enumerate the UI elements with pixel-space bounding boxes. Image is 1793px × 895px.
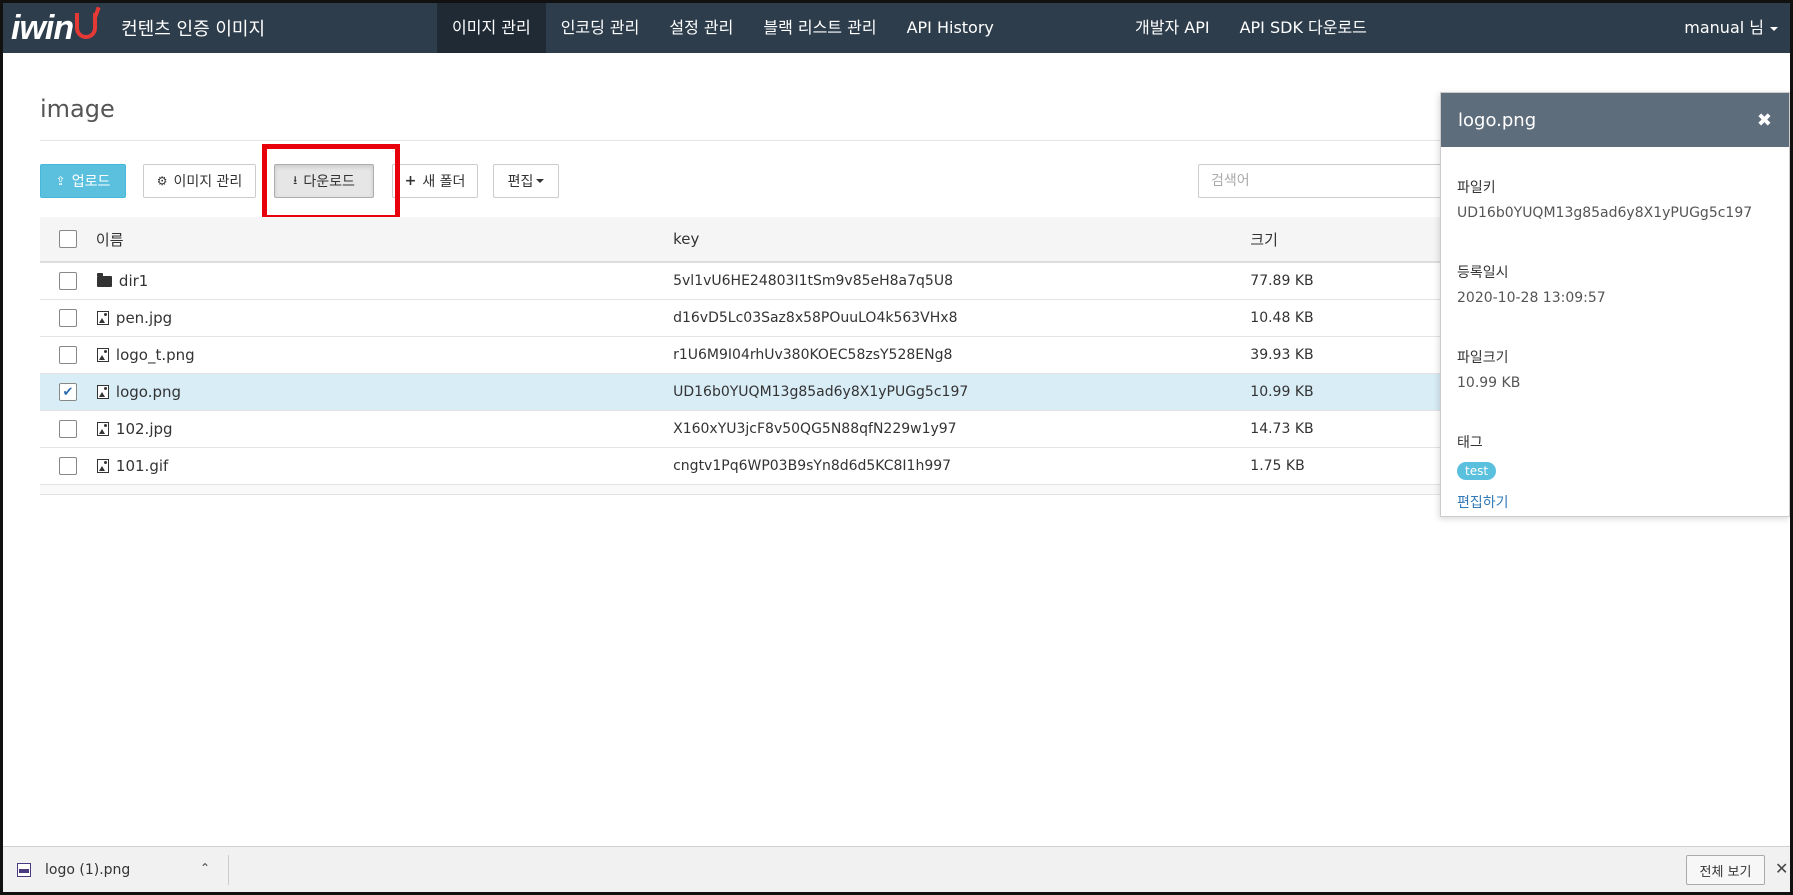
row-checkbox-checked[interactable]: ✔ — [58, 383, 77, 401]
table-header: 이름 key 크기 — [40, 217, 1450, 263]
row-checkbox[interactable] — [58, 346, 77, 364]
header-key[interactable]: key — [673, 230, 1250, 248]
file-size: 14.73 KB — [1250, 421, 1314, 437]
file-key: UD16b0YUQM13g85ad6y8X1yPUGg5c197 — [673, 384, 969, 400]
nav-blacklist-management[interactable]: 블랙 리스트 관리 — [748, 3, 891, 53]
header-name[interactable]: 이름 — [96, 229, 673, 250]
title-divider — [40, 140, 1440, 141]
download-item[interactable]: logo (1).png — [17, 847, 130, 893]
new-folder-button[interactable]: + 새 폴더 — [392, 164, 478, 198]
table-footer — [40, 485, 1450, 495]
logo-text: iwin — [11, 9, 74, 47]
image-file-icon — [17, 863, 31, 877]
panel-body: 파일키 UD16b0YUQM13g85ad6y8X1yPUGg5c197 등록일… — [1441, 147, 1789, 542]
download-file-name[interactable]: logo (1).png — [45, 862, 130, 878]
checkmark-icon: ✔ — [62, 384, 74, 400]
file-name[interactable]: 101.gif — [116, 457, 168, 475]
header-size[interactable]: 크기 — [1250, 229, 1450, 250]
upload-button[interactable]: ⇪ 업로드 — [40, 164, 126, 198]
file-table: 이름 key 크기 dir1 5vl1vU6HE24803I1tSm9v85eH… — [40, 217, 1450, 495]
tag-badge: test — [1457, 462, 1497, 480]
registered-label: 등록일시 — [1457, 265, 1509, 281]
file-key: 5vl1vU6HE24803I1tSm9v85eH8a7q5U8 — [673, 273, 953, 289]
nav-encoding-management[interactable]: 인코딩 관리 — [546, 3, 655, 53]
folder-open-icon — [96, 272, 112, 287]
image-file-icon — [96, 348, 109, 362]
file-name[interactable]: dir1 — [119, 272, 148, 290]
upload-icon: ⇪ — [55, 174, 66, 188]
nav-right: 개발자 API API SDK 다운로드 — [1120, 3, 1382, 53]
file-name[interactable]: logo.png — [116, 383, 181, 401]
image-file-icon — [96, 422, 109, 436]
image-manage-button[interactable]: ⚙ 이미지 관리 — [143, 164, 256, 198]
file-key-label: 파일키 — [1457, 180, 1496, 196]
row-checkbox[interactable] — [58, 420, 77, 438]
file-name[interactable]: logo_t.png — [116, 346, 195, 364]
image-file-icon — [96, 459, 109, 473]
logo-smile-icon — [75, 13, 98, 39]
top-navbar: iwin 컨텐츠 인증 이미지 이미지 관리 인코딩 관리 설정 관리 블랙 리… — [3, 3, 1790, 53]
table-row[interactable]: 102.jpg X160xYU3jcF8v50QG5N88qfN229w1y97… — [40, 411, 1450, 448]
file-size-value: 10.99 KB — [1457, 375, 1521, 391]
nav-developer-api[interactable]: 개발자 API — [1120, 3, 1225, 53]
row-checkbox[interactable] — [58, 272, 77, 290]
close-icon[interactable]: ✖ — [1757, 110, 1772, 131]
table-row[interactable]: pen.jpg d16vD5Lc03Saz8x58POuuLO4k563VHx8… — [40, 300, 1450, 337]
caret-down-icon — [536, 179, 545, 183]
select-all-checkbox[interactable] — [58, 230, 77, 248]
table-row-selected[interactable]: ✔ logo.png UD16b0YUQM13g85ad6y8X1yPUGg5c… — [40, 374, 1450, 411]
registered-value: 2020-10-28 13:09:57 — [1457, 290, 1606, 306]
download-divider — [228, 855, 229, 885]
panel-header: logo.png ✖ — [1441, 93, 1789, 147]
user-name: manual 님 — [1684, 18, 1764, 37]
file-key-value: UD16b0YUQM13g85ad6y8X1yPUGg5c197 — [1457, 205, 1753, 221]
panel-title: logo.png — [1458, 109, 1537, 131]
row-checkbox[interactable] — [58, 457, 77, 475]
file-key: r1U6M9I04rhUv380KOEC58zsY528ENg8 — [673, 347, 953, 363]
file-key: X160xYU3jcF8v50QG5N88qfN229w1y97 — [673, 421, 957, 437]
nav-image-management[interactable]: 이미지 관리 — [437, 3, 546, 53]
table-row[interactable]: 101.gif cngtv1Pq6WP03B9sYn8d6d5KC8I1h997… — [40, 448, 1450, 485]
close-icon[interactable]: ✕ — [1775, 859, 1788, 878]
nav-api-history[interactable]: API History — [892, 3, 1009, 53]
file-size: 1.75 KB — [1250, 458, 1305, 474]
file-size: 10.48 KB — [1250, 310, 1314, 326]
file-key: cngtv1Pq6WP03B9sYn8d6d5KC8I1h997 — [673, 458, 952, 474]
nav-api-sdk-download[interactable]: API SDK 다운로드 — [1225, 3, 1382, 53]
chevron-up-icon[interactable]: ⌃ — [200, 861, 210, 875]
iwin-logo: iwin — [11, 9, 98, 47]
file-size: 39.93 KB — [1250, 347, 1314, 363]
show-all-button[interactable]: 전체 보기 — [1686, 855, 1765, 885]
file-name[interactable]: pen.jpg — [116, 309, 172, 327]
file-size: 10.99 KB — [1250, 384, 1314, 400]
image-file-icon — [96, 385, 109, 399]
caret-down-icon — [1770, 26, 1778, 31]
nav-settings-management[interactable]: 설정 관리 — [654, 3, 748, 53]
app-title: 컨텐츠 인증 이미지 — [121, 19, 266, 40]
file-size-label: 파일크기 — [1457, 350, 1509, 366]
download-icon: ⭳ — [293, 172, 298, 187]
table-row[interactable]: dir1 5vl1vU6HE24803I1tSm9v85eH8a7q5U8 77… — [40, 263, 1450, 300]
browser-download-bar: logo (1).png ⌃ 전체 보기 ✕ — [3, 846, 1790, 892]
edit-link[interactable]: 편집하기 — [1457, 492, 1773, 512]
user-menu[interactable]: manual 님 — [1684, 3, 1778, 53]
gear-icon: ⚙ — [156, 174, 168, 188]
file-detail-panel: logo.png ✖ 파일키 UD16b0YUQM13g85ad6y8X1yPU… — [1440, 92, 1790, 517]
plus-icon: + — [404, 173, 417, 189]
table-row[interactable]: logo_t.png r1U6M9I04rhUv380KOEC58zsY528E… — [40, 337, 1450, 374]
image-file-icon — [96, 311, 109, 325]
file-key: d16vD5Lc03Saz8x58POuuLO4k563VHx8 — [673, 310, 958, 326]
page-title: image — [40, 95, 115, 123]
brand[interactable]: iwin 컨텐츠 인증 이미지 — [3, 3, 265, 53]
file-name[interactable]: 102.jpg — [116, 420, 173, 438]
edit-dropdown-button[interactable]: 편집 — [493, 164, 559, 198]
tag-label: 태그 — [1457, 435, 1483, 451]
row-checkbox[interactable] — [58, 309, 77, 327]
download-button[interactable]: ⭳ 다운로드 — [274, 164, 374, 198]
main-nav: 이미지 관리 인코딩 관리 설정 관리 블랙 리스트 관리 API Histor… — [437, 3, 1009, 53]
file-size: 77.89 KB — [1250, 273, 1314, 289]
search-input[interactable] — [1198, 164, 1448, 198]
